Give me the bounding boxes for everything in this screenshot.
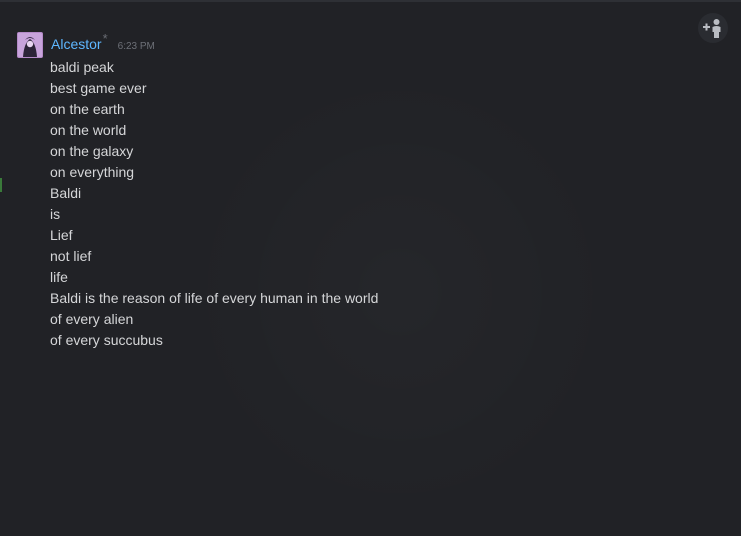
message-line: best game ever [50,80,147,96]
avatar[interactable] [17,32,43,58]
add-friend-button[interactable] [698,13,728,43]
message-line: baldi peak [50,59,114,75]
message-line: not lief [50,248,92,264]
message-line: Baldi is the reason of life of every hum… [50,290,379,306]
unread-indicator [0,178,2,192]
add-person-icon [703,19,721,38]
timestamp: 6:23 PM [117,41,155,52]
message-header: Alcestor * 6:23 PM [51,31,378,56]
message-line: on the galaxy [50,143,134,159]
chat-message: Alcestor * 6:23 PM baldi peak best game … [17,31,378,351]
username[interactable]: Alcestor [51,36,102,52]
message-line: on the world [50,122,127,138]
message-line: Lief [50,227,73,243]
user-mark: * [102,31,108,46]
message-line: Baldi [50,185,82,201]
message-line: on everything [50,164,135,180]
user-avatar-icon [18,33,42,57]
message-line: is [50,206,61,222]
chat-window: Alcestor * 6:23 PM baldi peak best game … [0,0,741,536]
message-line: of every alien [50,311,134,327]
message-content: Alcestor * 6:23 PM baldi peak best game … [50,31,378,351]
message-line: of every succubus [50,332,163,348]
message-lines: baldi peak best game ever on the earth o… [50,57,378,351]
message-line: life [50,269,68,285]
message-line: on the earth [50,101,125,117]
